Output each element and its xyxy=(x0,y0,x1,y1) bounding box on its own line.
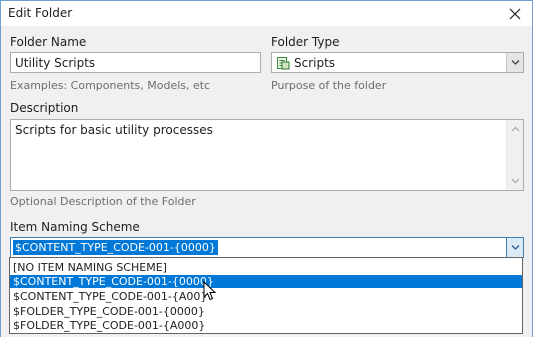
scroll-down-icon xyxy=(511,178,520,184)
mouse-cursor-icon xyxy=(203,281,217,301)
folder-type-dropdown-button[interactable] xyxy=(506,53,523,72)
naming-scheme-label: Item Naming Scheme xyxy=(10,220,140,234)
description-text: Scripts for basic utility processes xyxy=(15,123,213,137)
chevron-down-icon xyxy=(511,60,520,65)
naming-option-folder-type-a000[interactable]: $FOLDER_TYPE_CODE-001-{A000} xyxy=(10,319,522,332)
scroll-up-icon xyxy=(511,126,520,132)
naming-option-content-type-a00[interactable]: $CONTENT_TYPE_CODE-001-{A00} xyxy=(10,290,522,303)
folder-name-input[interactable]: Utility Scripts xyxy=(10,52,261,73)
description-hint: Optional Description of the Folder xyxy=(10,195,196,208)
naming-option-none[interactable]: [NO ITEM NAMING SCHEME] xyxy=(10,261,522,274)
description-label: Description xyxy=(10,101,79,115)
description-scrollbar[interactable] xyxy=(506,120,523,190)
folder-type-hint: Purpose of the folder xyxy=(271,79,387,92)
naming-scheme-value: $CONTENT_TYPE_CODE-001-{0000} xyxy=(13,240,218,255)
title-bar: Edit Folder xyxy=(0,0,533,26)
naming-scheme-dropdown-list: [NO ITEM NAMING SCHEME] $CONTENT_TYPE_CO… xyxy=(9,257,523,334)
scripts-icon xyxy=(277,57,290,70)
naming-option-content-type-0000[interactable]: $CONTENT_TYPE_CODE-001-{0000} xyxy=(10,275,522,288)
chevron-down-icon xyxy=(511,245,520,250)
naming-scheme-select[interactable]: $CONTENT_TYPE_CODE-001-{0000} xyxy=(10,237,524,258)
folder-type-value: Scripts xyxy=(294,56,336,70)
close-button[interactable] xyxy=(498,1,532,27)
naming-scheme-dropdown-button[interactable] xyxy=(506,238,523,257)
description-textarea[interactable]: Scripts for basic utility processes xyxy=(10,119,524,191)
folder-type-label: Folder Type xyxy=(271,35,340,49)
folder-name-hint: Examples: Components, Models, etc xyxy=(10,79,211,92)
folder-type-select[interactable]: Scripts xyxy=(271,52,524,73)
folder-name-label: Folder Name xyxy=(10,35,87,49)
close-icon xyxy=(509,8,521,20)
naming-option-folder-type-0000[interactable]: $FOLDER_TYPE_CODE-001-{0000} xyxy=(10,305,522,318)
window-title: Edit Folder xyxy=(8,6,73,20)
